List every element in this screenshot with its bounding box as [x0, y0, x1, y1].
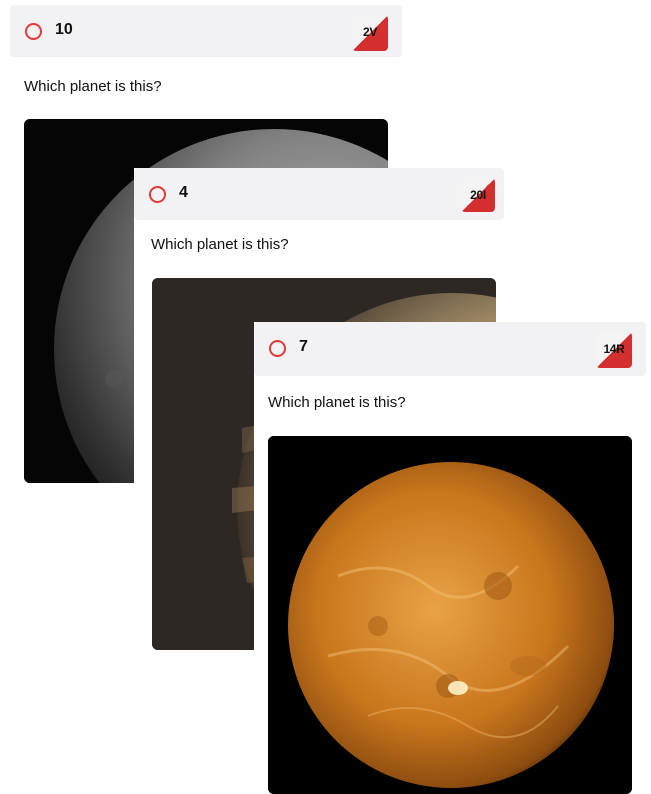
difficulty-badge: 20I — [461, 178, 495, 212]
card-number: 10 — [55, 21, 73, 38]
status-ring-icon[interactable] — [269, 340, 286, 357]
venus-svg — [268, 436, 632, 794]
question-card-3[interactable]: 7 14R Which planet is this? — [254, 322, 646, 794]
card-header: 4 20I — [134, 168, 504, 220]
question-text: Which planet is this? — [151, 236, 289, 253]
difficulty-badge: 2V — [352, 15, 388, 51]
badge-code: 20I — [470, 188, 486, 202]
badge-code: 2V — [362, 25, 378, 39]
status-ring-icon[interactable] — [149, 186, 166, 203]
card-number: 7 — [299, 338, 308, 355]
badge-code: 14R — [603, 342, 625, 356]
card-number: 4 — [179, 184, 188, 201]
card-header: 7 14R — [254, 322, 646, 376]
status-ring-icon[interactable] — [25, 23, 42, 40]
card-header: 10 2V — [10, 5, 402, 57]
venus-image — [268, 436, 632, 794]
difficulty-badge: 14R — [596, 332, 632, 368]
question-text: Which planet is this? — [268, 394, 406, 411]
question-text: Which planet is this? — [24, 78, 162, 95]
